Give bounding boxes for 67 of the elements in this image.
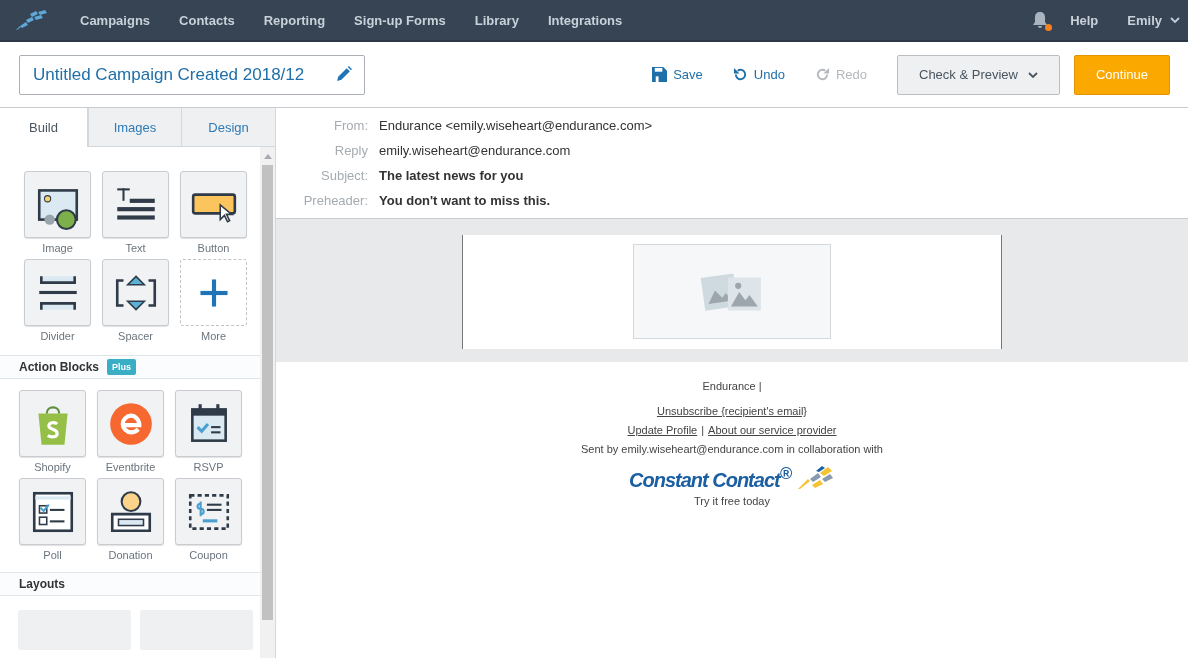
nav-link[interactable]: Library bbox=[474, 12, 519, 28]
more-block-tile[interactable] bbox=[180, 259, 247, 326]
spacer-block-tile[interactable] bbox=[102, 259, 169, 326]
field-label: Preheader: bbox=[302, 193, 368, 208]
user-menu[interactable]: Emily bbox=[1127, 12, 1180, 28]
pencil-icon[interactable] bbox=[335, 66, 352, 83]
footer-link[interactable]: Update Profile bbox=[627, 421, 698, 440]
image-block-tile[interactable] bbox=[24, 171, 91, 238]
plus-badge: Plus bbox=[107, 359, 137, 375]
field-label: From: bbox=[333, 118, 368, 133]
field-label: Subject: bbox=[320, 168, 368, 183]
block-label: Donation bbox=[108, 548, 153, 562]
sidebar-tab[interactable]: Design bbox=[181, 108, 275, 146]
scrollbar[interactable] bbox=[260, 147, 275, 658]
button-block-tile[interactable] bbox=[180, 171, 247, 238]
block-label: Coupon bbox=[189, 548, 228, 562]
block-label: More bbox=[200, 329, 227, 343]
block-label: Poll bbox=[43, 548, 62, 562]
caret-icon bbox=[1028, 71, 1038, 78]
sent-by-text: Sent by emily.wiseheart@endurance.com in collaboration with bbox=[581, 442, 883, 457]
field-value[interactable]: The latest news for you bbox=[379, 168, 524, 183]
poll-block-tile[interactable] bbox=[19, 478, 86, 545]
campaign-title-field[interactable]: Untitled Campaign Created 2018/12 bbox=[19, 54, 365, 95]
divider-block-tile[interactable] bbox=[24, 259, 91, 326]
save-button[interactable]: Save bbox=[652, 67, 703, 82]
block-label: Shopify bbox=[34, 460, 71, 474]
field-value[interactable]: Endurance <emily.wiseheart@endurance.com> bbox=[379, 118, 653, 133]
field-value[interactable]: emily.wiseheart@endurance.com bbox=[379, 143, 571, 158]
eventbrite-block-tile[interactable] bbox=[97, 390, 164, 457]
block-label: Button bbox=[197, 241, 230, 255]
help-link[interactable]: Help bbox=[1070, 12, 1099, 28]
footer-link[interactable]: About our service provider bbox=[708, 421, 837, 440]
undo-arrow-icon bbox=[732, 67, 748, 82]
unsubscribe-link[interactable]: Unsubscribe {recipient's email} bbox=[656, 402, 808, 421]
text-block-tile[interactable] bbox=[102, 171, 169, 238]
block-label: Text bbox=[125, 241, 146, 255]
nav-link[interactable]: Campaigns bbox=[80, 12, 151, 28]
caret-icon bbox=[1170, 17, 1180, 23]
nav-link[interactable]: Integrations bbox=[547, 12, 623, 28]
tagline-text: Try it free today bbox=[694, 493, 770, 509]
undo-button[interactable]: Undo bbox=[732, 67, 785, 82]
rsvp-block-tile[interactable] bbox=[175, 390, 242, 457]
field-value[interactable]: You don't want to miss this. bbox=[379, 193, 551, 208]
section-heading: Action Blocks bbox=[19, 360, 99, 374]
block-label: Image bbox=[42, 241, 73, 255]
nav-link[interactable]: Contacts bbox=[179, 12, 235, 28]
block-label: Eventbrite bbox=[105, 460, 156, 474]
donation-block-tile[interactable] bbox=[97, 478, 164, 545]
block-label: Spacer bbox=[118, 329, 153, 343]
notification-bell-icon[interactable] bbox=[1032, 11, 1049, 29]
sidebar-tab[interactable]: Build bbox=[0, 108, 88, 147]
redo-arrow-icon bbox=[814, 67, 830, 82]
check-preview-button[interactable]: Check & Preview bbox=[897, 54, 1060, 95]
brand-logo-text[interactable]: Constant Contact$^{®}$ bbox=[629, 464, 791, 492]
section-heading: Layouts bbox=[19, 577, 65, 591]
logo-icon[interactable] bbox=[16, 10, 50, 30]
sidebar-tab[interactable]: Images bbox=[88, 108, 181, 146]
company-name: Endurance | bbox=[702, 379, 762, 394]
shopify-block-tile[interactable] bbox=[19, 390, 86, 457]
nav-link[interactable]: Reporting bbox=[263, 12, 326, 28]
nav-link[interactable]: Sign-up Forms bbox=[354, 12, 446, 28]
scrollbar-thumb[interactable] bbox=[262, 165, 273, 620]
field-label: Reply bbox=[333, 143, 368, 158]
block-label: RSVP bbox=[193, 460, 224, 474]
link-separator: | bbox=[701, 423, 705, 438]
coupon-block-tile[interactable] bbox=[175, 478, 242, 545]
block-label: Divider bbox=[40, 329, 75, 343]
